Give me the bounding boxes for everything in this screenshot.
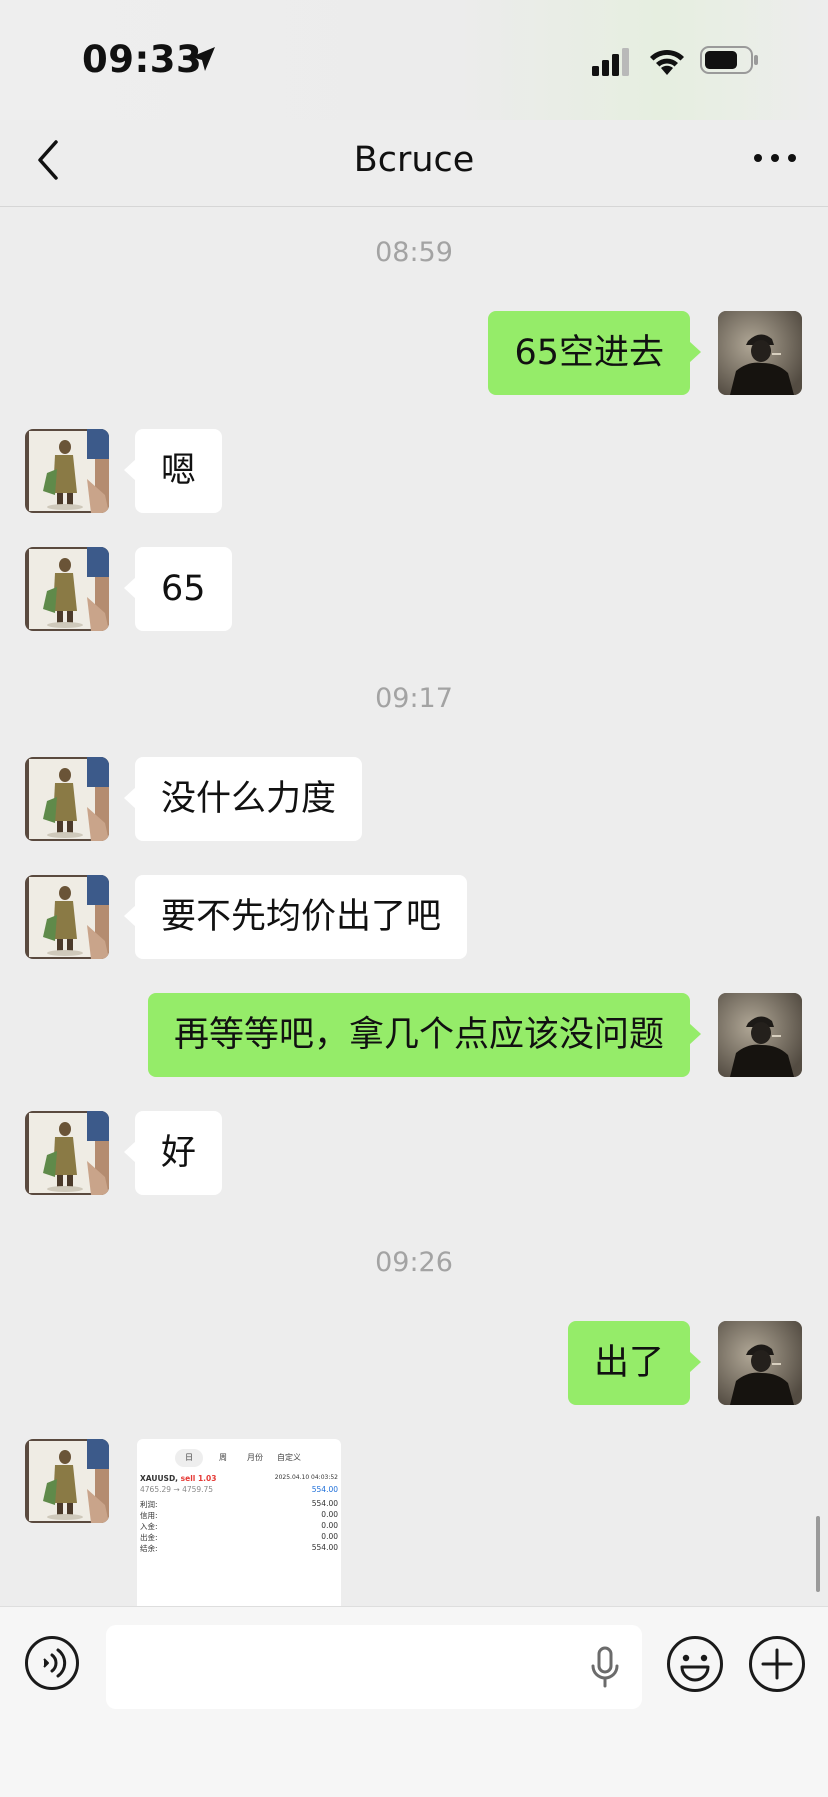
contact-avatar[interactable] — [25, 875, 109, 959]
report-row-label: 入金: — [140, 1522, 158, 1531]
timestamp: 09:26 — [375, 1247, 453, 1278]
trade-symbol: XAUUSD, — [140, 1474, 179, 1483]
message-bubble-incoming[interactable]: 嗯 — [123, 429, 223, 513]
status-bar: 09:33 — [0, 0, 828, 120]
contact-avatar[interactable] — [25, 757, 109, 841]
scrollbar[interactable] — [816, 1516, 820, 1592]
battery-icon — [700, 46, 758, 74]
report-row: 利润: 554.00 — [140, 1499, 338, 1510]
report-row-label: 利润: — [140, 1500, 158, 1509]
status-time: 09:33 — [82, 38, 203, 81]
report-tab-month: 月份 — [247, 1453, 263, 1462]
chat-title: Bcruce — [353, 140, 475, 180]
contact-avatar[interactable] — [25, 547, 109, 631]
signal-icon — [592, 48, 629, 76]
report-tab-day: 日 — [175, 1449, 203, 1467]
message-bubble-incoming[interactable]: 没什么力度 — [123, 757, 363, 841]
report-row-label: 出金: — [140, 1533, 158, 1542]
message-bubble-incoming[interactable]: 好 — [123, 1111, 223, 1195]
trade-header: XAUUSD, sell 1.03 2025.04.10 04:03:52 — [140, 1474, 338, 1483]
message-bubble-outgoing[interactable]: 65空进去 — [488, 311, 701, 395]
input-bar — [0, 1606, 828, 1797]
trade-prices-row: 4765.29 → 4759.75 554.00 — [140, 1485, 338, 1494]
report-row-label: 信用: — [140, 1511, 158, 1520]
trade-side: sell 1.03 — [180, 1474, 217, 1483]
microphone-icon[interactable] — [590, 1645, 620, 1689]
voice-icon[interactable] — [24, 1635, 80, 1691]
trade-prices: 4765.29 → 4759.75 — [140, 1485, 214, 1494]
report-row: 信用: 0.00 — [140, 1510, 338, 1521]
report-tab-custom: 自定义 — [277, 1453, 301, 1462]
report-row-value: 554.00 — [311, 1499, 338, 1508]
image-message[interactable]: 日 周 月份 自定义 XAUUSD, sell 1.03 2025.04.10 … — [137, 1439, 341, 1619]
timestamp: 08:59 — [375, 237, 453, 268]
message-bubble-incoming[interactable]: 65 — [124, 547, 232, 631]
my-avatar[interactable] — [718, 993, 802, 1077]
report-row: 出金: 0.00 — [140, 1532, 338, 1543]
my-avatar[interactable] — [718, 1321, 802, 1405]
message-list[interactable]: 08:59 65空进去 嗯 65 09:17 没什么力度 要不先均价出了吧 再等… — [0, 207, 828, 1619]
location-arrow-icon — [191, 47, 215, 71]
message-bubble-outgoing[interactable]: 出了 — [567, 1321, 702, 1405]
message-input[interactable] — [106, 1625, 642, 1709]
timestamp: 09:17 — [375, 683, 453, 714]
wifi-icon — [650, 49, 684, 75]
message-bubble-incoming[interactable]: 要不先均价出了吧 — [123, 875, 468, 959]
plus-icon[interactable] — [748, 1635, 806, 1693]
report-row: 入金: 0.00 — [140, 1521, 338, 1532]
report-row-value: 0.00 — [321, 1510, 338, 1519]
trade-pnl: 554.00 — [311, 1485, 338, 1494]
trade-datetime: 2025.04.10 04:03:52 — [274, 1474, 338, 1481]
more-dots-icon[interactable] — [752, 148, 798, 168]
emoji-icon[interactable] — [666, 1635, 724, 1693]
report-row-value: 554.00 — [311, 1543, 338, 1552]
contact-avatar[interactable] — [25, 429, 109, 513]
my-avatar[interactable] — [718, 311, 802, 395]
nav-bar: Bcruce — [0, 120, 828, 207]
contact-avatar[interactable] — [25, 1439, 109, 1523]
report-row-value: 0.00 — [321, 1521, 338, 1530]
message-bubble-outgoing[interactable]: 再等等吧，拿几个点应该没问题 — [147, 993, 702, 1077]
contact-avatar[interactable] — [25, 1111, 109, 1195]
report-row-value: 0.00 — [321, 1532, 338, 1541]
report-row-label: 结余: — [140, 1544, 158, 1553]
report-tabs: 日 周 月份 自定义 — [137, 1449, 341, 1467]
report-row: 结余: 554.00 — [140, 1543, 338, 1554]
report-tab-week: 周 — [219, 1453, 227, 1462]
